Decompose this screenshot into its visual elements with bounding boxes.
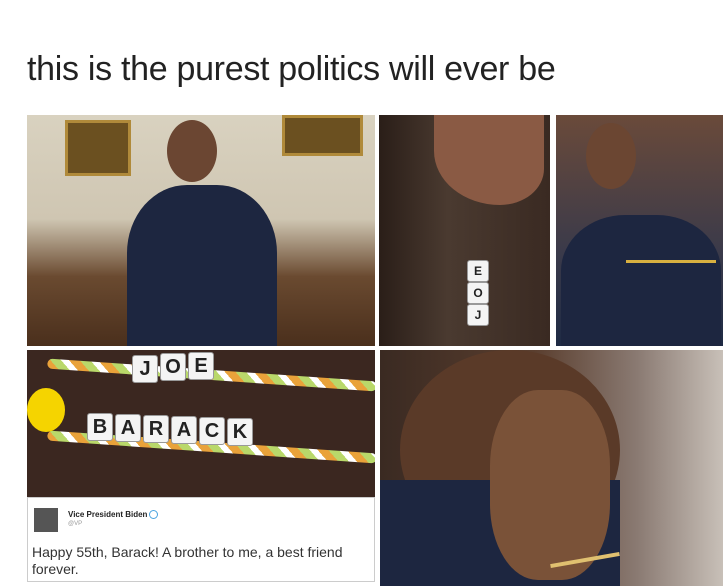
tweet-text: Happy 55th, Barack! A brother to me, a b… — [32, 544, 343, 577]
verified-icon — [149, 510, 159, 520]
bead: K — [227, 418, 253, 446]
photo-obama-holding-bracelet — [556, 115, 723, 346]
bead: O — [160, 353, 186, 381]
bead: E — [467, 260, 489, 282]
bead: J — [467, 304, 489, 326]
bead: A — [115, 414, 141, 442]
avatar — [34, 508, 58, 532]
photo-obama-wearing-bracelet — [380, 350, 723, 586]
bead: E — [188, 352, 214, 380]
bead: A — [171, 416, 197, 444]
bead: C — [199, 417, 225, 445]
tweet-author: Vice President Biden — [68, 510, 159, 520]
smiley-icon — [27, 388, 65, 432]
bead: B — [87, 413, 113, 441]
bead: O — [467, 282, 489, 304]
photo-obama-making-bracelet — [27, 115, 375, 346]
tweet-handle: @VP — [68, 521, 83, 527]
meme-caption: this is the purest politics will ever be — [27, 50, 556, 88]
photo-bracelet-closeup: E O J — [379, 115, 550, 346]
bead: R — [143, 415, 169, 443]
photo-bracelets: J O E B A R A C K — [27, 350, 375, 497]
bead: J — [132, 355, 158, 383]
tweet-card: Vice President Biden @VP Happy 55th, Bar… — [27, 497, 375, 582]
